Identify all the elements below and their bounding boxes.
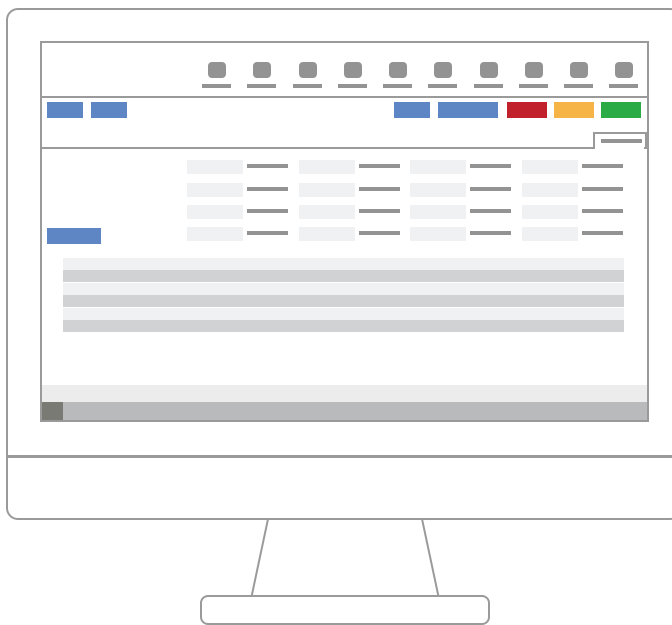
toolbar-icon-1 bbox=[208, 62, 226, 78]
app-window bbox=[40, 41, 649, 422]
toolbar-label-1 bbox=[202, 84, 231, 88]
form-field[interactable] bbox=[522, 227, 578, 241]
action-button-2[interactable] bbox=[91, 102, 127, 118]
delete-button[interactable] bbox=[507, 102, 547, 118]
toolbar-icon-7 bbox=[480, 62, 498, 78]
toolbar-icon-9 bbox=[570, 62, 588, 78]
form-field[interactable] bbox=[187, 160, 243, 174]
form-field-value bbox=[359, 231, 400, 235]
form-field[interactable] bbox=[522, 183, 578, 197]
form-field-value bbox=[359, 209, 400, 213]
form-field[interactable] bbox=[299, 205, 355, 219]
action-button-1[interactable] bbox=[47, 102, 83, 118]
form-field[interactable] bbox=[410, 160, 466, 174]
monitor-stand-left bbox=[250, 519, 269, 596]
table-row[interactable] bbox=[63, 258, 624, 270]
toolbar-label-10 bbox=[609, 84, 638, 88]
form-field[interactable] bbox=[410, 227, 466, 241]
form-field[interactable] bbox=[299, 227, 355, 241]
table-row[interactable] bbox=[63, 270, 624, 282]
toolbar-button-6[interactable] bbox=[428, 62, 464, 92]
form-field-value bbox=[247, 187, 288, 191]
confirm-button[interactable] bbox=[601, 102, 641, 118]
toolbar-icon-2 bbox=[253, 62, 271, 78]
toolbar-label-6 bbox=[428, 84, 457, 88]
toolbar-icon-6 bbox=[434, 62, 452, 78]
form-field-value bbox=[470, 187, 511, 191]
toolbar-button-8[interactable] bbox=[519, 62, 555, 92]
toolbar-button-7[interactable] bbox=[474, 62, 510, 92]
table-row[interactable] bbox=[63, 283, 624, 295]
scrollbar-thumb[interactable] bbox=[42, 402, 63, 420]
toolbar-label-4 bbox=[338, 84, 367, 88]
toolbar-label-8 bbox=[519, 84, 548, 88]
action-button-3[interactable] bbox=[394, 102, 430, 118]
horizontal-scrollbar[interactable] bbox=[42, 402, 647, 420]
toolbar-button-1[interactable] bbox=[202, 62, 238, 92]
toolbar-button-5[interactable] bbox=[383, 62, 419, 92]
header-divider bbox=[42, 96, 647, 98]
toolbar-label-7 bbox=[474, 84, 503, 88]
action-button-4[interactable] bbox=[438, 102, 498, 118]
monitor-chin-divider bbox=[7, 455, 672, 458]
form-field-value bbox=[470, 164, 511, 168]
form-field-value bbox=[247, 231, 288, 235]
toolbar-button-4[interactable] bbox=[338, 62, 374, 92]
form-field[interactable] bbox=[187, 205, 243, 219]
form-field-value bbox=[582, 209, 623, 213]
toolbar-label-9 bbox=[564, 84, 593, 88]
form-field[interactable] bbox=[410, 183, 466, 197]
form-field[interactable] bbox=[187, 183, 243, 197]
toolbar-button-9[interactable] bbox=[564, 62, 600, 92]
toolbar-button-2[interactable] bbox=[247, 62, 283, 92]
form-field-value bbox=[247, 209, 288, 213]
form-field-value bbox=[582, 231, 623, 235]
form-field-value bbox=[359, 187, 400, 191]
tab-strip-line-end bbox=[644, 147, 647, 149]
form-field-value bbox=[470, 209, 511, 213]
form-field[interactable] bbox=[522, 205, 578, 219]
toolbar-icon-8 bbox=[525, 62, 543, 78]
form-field[interactable] bbox=[299, 160, 355, 174]
toolbar-label-3 bbox=[293, 84, 322, 88]
table-row[interactable] bbox=[63, 320, 624, 332]
toolbar-icon-10 bbox=[615, 62, 633, 78]
form-field-value bbox=[582, 164, 623, 168]
form-field[interactable] bbox=[299, 183, 355, 197]
monitor-stand-right bbox=[421, 518, 440, 596]
toolbar-label-5 bbox=[383, 84, 412, 88]
form-field-value bbox=[582, 187, 623, 191]
tab-label bbox=[601, 139, 642, 143]
form-field[interactable] bbox=[410, 205, 466, 219]
monitor-stand-base bbox=[200, 595, 490, 625]
toolbar-button-3[interactable] bbox=[293, 62, 329, 92]
toolbar-icon-5 bbox=[389, 62, 407, 78]
form-field-value bbox=[470, 231, 511, 235]
form-field-value bbox=[359, 164, 400, 168]
form-field[interactable] bbox=[187, 227, 243, 241]
toolbar-icon-3 bbox=[299, 62, 317, 78]
form-field-value bbox=[247, 164, 288, 168]
status-bar bbox=[42, 385, 647, 402]
warning-button[interactable] bbox=[554, 102, 594, 118]
form-field[interactable] bbox=[522, 160, 578, 174]
table-row[interactable] bbox=[63, 308, 624, 320]
toolbar-icon-4 bbox=[344, 62, 362, 78]
table-row[interactable] bbox=[63, 295, 624, 307]
toolbar-button-10[interactable] bbox=[609, 62, 645, 92]
side-action-button[interactable] bbox=[47, 228, 101, 244]
tab-active[interactable] bbox=[593, 132, 647, 149]
toolbar-label-2 bbox=[247, 84, 276, 88]
tab-strip-line bbox=[42, 147, 594, 149]
